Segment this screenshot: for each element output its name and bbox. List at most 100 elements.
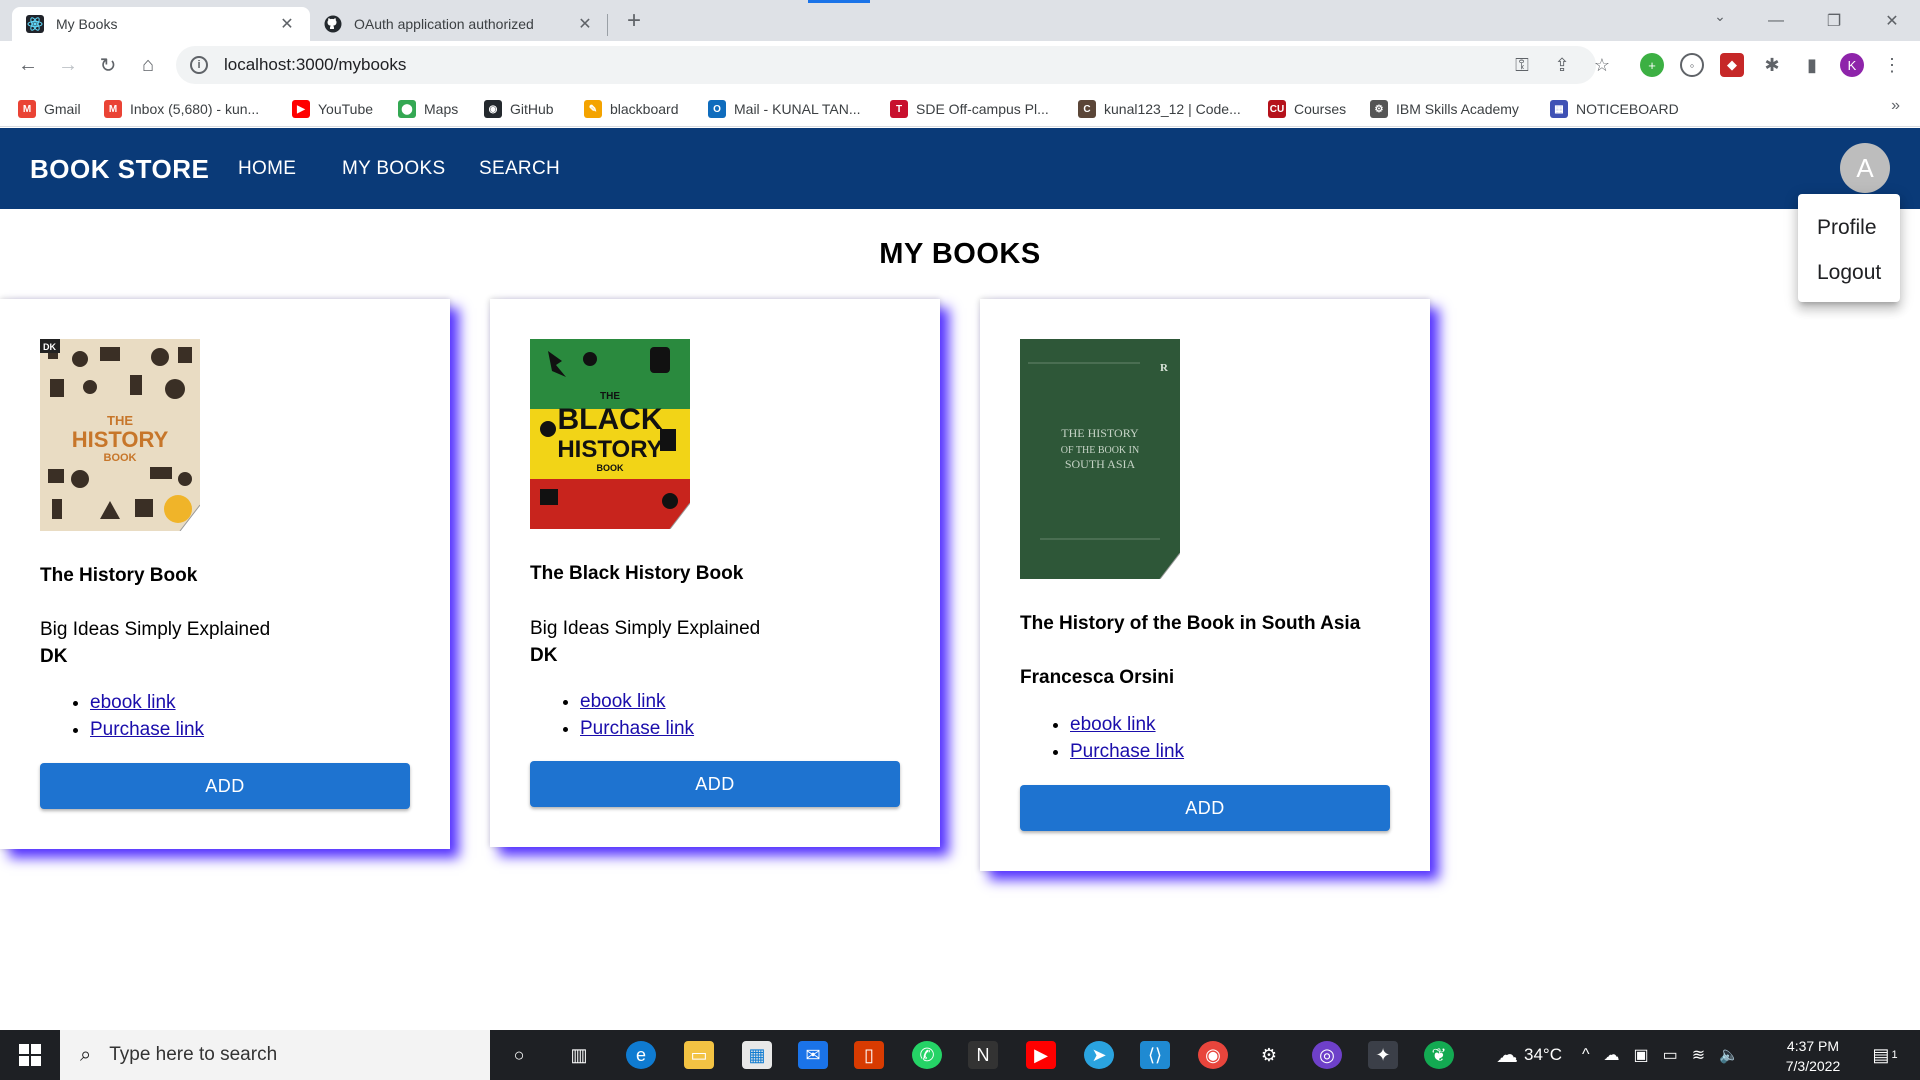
minimize-button[interactable]: — — [1748, 0, 1804, 41]
taskbar-search-input[interactable]: ⌕ Type here to search — [60, 1030, 490, 1080]
list-item: ebook link — [1070, 714, 1184, 736]
cortana-icon[interactable]: ○ — [504, 1041, 534, 1069]
task-view-icon[interactable]: ▥ — [564, 1041, 594, 1069]
chevron-down-icon[interactable]: ⌄ — [1700, 8, 1740, 34]
site-info-icon[interactable]: i — [190, 56, 208, 74]
bookmark-label: blackboard — [610, 101, 679, 117]
bookmark-label: IBM Skills Academy — [1396, 101, 1519, 117]
bookmark-item[interactable]: T SDE Off-campus Pl... — [890, 98, 1049, 120]
menu-item-profile[interactable]: Profile — [1817, 216, 1877, 240]
tab-my-books[interactable]: My Books ✕ — [12, 7, 310, 41]
bookmark-item[interactable]: O Mail - KUNAL TAN... — [708, 98, 861, 120]
nav-my-books[interactable]: MY BOOKS — [342, 158, 445, 180]
tuf-icon: T — [890, 100, 908, 118]
list-item: Purchase link — [580, 718, 694, 740]
temperature[interactable]: 34°C — [1524, 1045, 1562, 1065]
key-icon[interactable]: ⚿ — [1508, 51, 1536, 79]
windows-start-icon[interactable] — [0, 1030, 60, 1080]
bookmark-item[interactable]: CU Courses — [1268, 98, 1346, 120]
more-bookmarks-icon[interactable]: » — [1891, 97, 1900, 115]
settings-icon[interactable]: ⚙ — [1254, 1041, 1284, 1069]
windows-taskbar: ⌕ Type here to search ○ ▥ e ▭ ▦ ✉ ▯ ✆ N … — [0, 1030, 1920, 1080]
purchase-link[interactable]: Purchase link — [580, 718, 694, 739]
reload-icon[interactable]: ↻ — [94, 51, 122, 79]
loading-indicator — [808, 0, 870, 3]
notifications-icon[interactable]: ▤ 1 — [1870, 1041, 1900, 1069]
clock[interactable]: 4:37 PM 7/3/2022 — [1768, 1036, 1858, 1076]
mongodb-icon[interactable]: ❦ — [1424, 1041, 1454, 1069]
cover-text: SOUTH ASIA — [1065, 457, 1136, 471]
bookmark-item[interactable]: ✎ blackboard — [584, 98, 679, 120]
wifi-icon[interactable]: ≋ — [1692, 1045, 1705, 1065]
chevron-up-icon[interactable]: ^ — [1582, 1046, 1590, 1064]
close-window-button[interactable]: ✕ — [1864, 0, 1920, 41]
display-icon[interactable]: ▣ — [1634, 1045, 1649, 1065]
mail-icon[interactable]: ✉ — [798, 1041, 828, 1069]
whatsapp-icon[interactable]: ✆ — [912, 1041, 942, 1069]
codechef-icon: C — [1078, 100, 1096, 118]
close-tab-icon[interactable]: ✕ — [576, 14, 594, 34]
book-links: ebook link Purchase link — [580, 691, 694, 745]
extension-red-icon[interactable]: ◆ — [1720, 53, 1744, 77]
tab-title: OAuth application authorized — [354, 16, 534, 32]
back-icon[interactable]: ← — [14, 51, 42, 79]
purchase-link[interactable]: Purchase link — [90, 719, 204, 740]
office-icon[interactable]: ▯ — [854, 1041, 884, 1069]
chrome-icon[interactable]: ◉ — [1198, 1041, 1228, 1069]
bookmark-item[interactable]: ▦ NOTICEBOARD — [1550, 98, 1679, 120]
volume-icon[interactable]: 🔈 — [1719, 1045, 1739, 1065]
nav-home[interactable]: HOME — [238, 158, 296, 180]
bookmark-item[interactable]: ⚙ IBM Skills Academy — [1370, 98, 1519, 120]
tab-title: My Books — [56, 16, 118, 32]
file-explorer-icon[interactable]: ▭ — [684, 1041, 714, 1069]
restore-button[interactable]: ❐ — [1806, 0, 1862, 41]
bookmark-item[interactable]: ▶ YouTube — [292, 98, 373, 120]
store-icon[interactable]: ▦ — [742, 1041, 772, 1069]
close-tab-icon[interactable]: ✕ — [278, 14, 296, 34]
add-button[interactable]: ADD — [1020, 785, 1390, 831]
puzzle-icon[interactable]: ✱ — [1758, 51, 1786, 79]
purchase-link[interactable]: Purchase link — [1070, 741, 1184, 762]
profile-avatar[interactable]: K — [1840, 53, 1864, 77]
github-desktop-icon[interactable]: ◎ — [1312, 1041, 1342, 1069]
add-button[interactable]: ADD — [40, 763, 410, 809]
book-author: Francesca Orsini — [1020, 667, 1175, 688]
bookmark-item[interactable]: M Gmail — [18, 98, 81, 120]
battery-icon[interactable]: ▭ — [1663, 1045, 1678, 1065]
tab-oauth[interactable]: OAuth application authorized ✕ — [310, 7, 608, 41]
home-icon[interactable]: ⌂ — [134, 51, 162, 79]
youtube-icon[interactable]: ▶ — [1026, 1041, 1056, 1069]
add-button[interactable]: ADD — [530, 761, 900, 807]
book-cover: DK THE HISTORY BOOK — [40, 339, 200, 531]
ebook-link[interactable]: ebook link — [90, 692, 176, 713]
side-panel-icon[interactable]: ▮ — [1798, 51, 1826, 79]
new-tab-button[interactable]: + — [620, 8, 648, 36]
nav-search[interactable]: SEARCH — [479, 158, 560, 180]
bookmark-item[interactable]: ◉ GitHub — [484, 98, 554, 120]
share-icon[interactable]: ⇪ — [1548, 51, 1576, 79]
star-icon[interactable]: ☆ — [1588, 51, 1616, 79]
vscode-icon[interactable]: ⟨⟩ — [1140, 1041, 1170, 1069]
onedrive-icon[interactable]: ☁ — [1604, 1045, 1620, 1065]
gmail-icon: M — [18, 100, 36, 118]
bookmark-label: YouTube — [318, 101, 374, 117]
ebook-link[interactable]: ebook link — [580, 691, 666, 712]
telegram-icon[interactable]: ➤ — [1084, 1041, 1114, 1069]
book-card: R THE HISTORY OF THE BOOK IN SOUTH ASIA … — [980, 299, 1430, 871]
bookmark-item[interactable]: Ckunal123_12 | Code... — [1078, 98, 1241, 120]
bookmark-item[interactable]: M Inbox (5,680) - kun... — [104, 98, 259, 120]
user-avatar[interactable]: A — [1840, 143, 1890, 193]
list-item: ebook link — [90, 692, 204, 714]
ebook-link[interactable]: ebook link — [1070, 714, 1156, 735]
address-bar[interactable]: i localhost:3000/mybooks — [176, 46, 1596, 84]
bookmark-item[interactable]: ⬤ Maps — [398, 98, 458, 120]
forward-icon[interactable]: → — [54, 51, 82, 79]
app-icon[interactable]: ✦ — [1368, 1041, 1398, 1069]
weather-icon[interactable]: ☁ — [1496, 1042, 1518, 1068]
edge-icon[interactable]: e — [626, 1041, 656, 1069]
notion-icon[interactable]: N — [968, 1041, 998, 1069]
extension-circle-icon[interactable]: ◦ — [1680, 53, 1704, 77]
extension-green-icon[interactable]: + — [1640, 53, 1664, 77]
brand-logo[interactable]: BOOK STORE — [30, 154, 209, 185]
more-menu-icon[interactable]: ⋮ — [1878, 51, 1906, 79]
